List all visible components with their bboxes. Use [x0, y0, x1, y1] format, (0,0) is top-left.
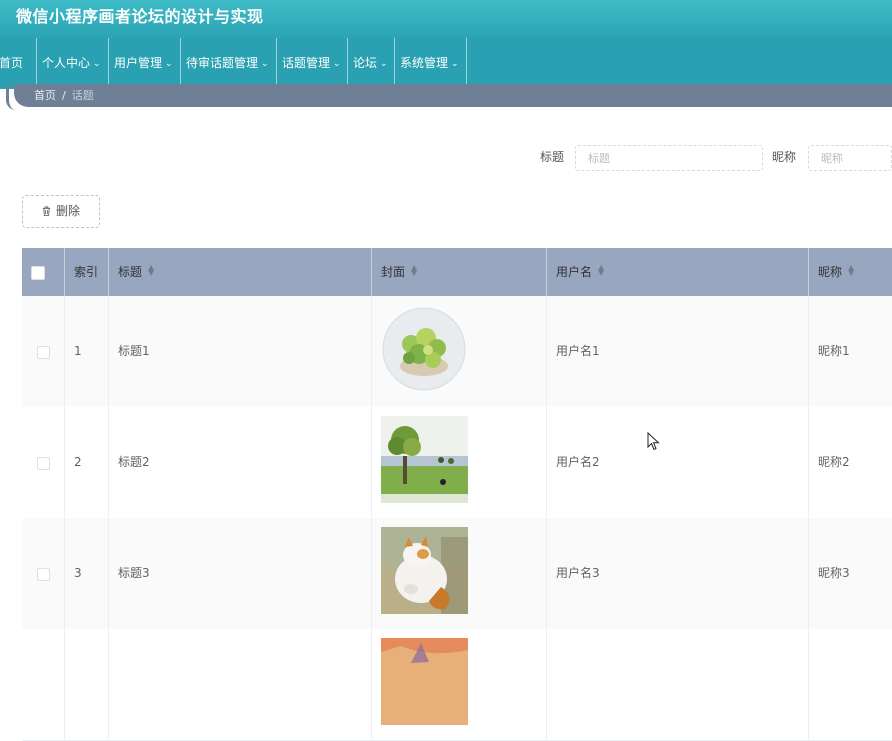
cover-image[interactable]: [381, 416, 468, 503]
chevron-down-icon: ⌄: [333, 59, 341, 69]
chevron-down-icon: ⌄: [261, 59, 269, 69]
row-select-cell: [22, 518, 65, 628]
breadcrumb-bar: [14, 84, 892, 107]
main-nav: 首页 个人中心 ⌄ 用户管理 ⌄ 待审话题管理 ⌄ 话题管理 ⌄ 论坛 ⌄ 系统管理 ⌄: [0, 38, 892, 89]
table-row[interactable]: [22, 629, 892, 741]
delete-button[interactable]: 删除: [22, 195, 100, 228]
username-cell: 用户名2: [547, 407, 809, 517]
row-checkbox[interactable]: [37, 568, 50, 581]
nickname-cell: [809, 629, 892, 739]
title-cell: [109, 629, 372, 739]
cover-image[interactable]: [381, 638, 468, 725]
column-header-index: 索引: [65, 248, 109, 296]
cover-cell: [372, 518, 547, 628]
nav-item-user-management[interactable]: 用户管理 ⌄: [109, 38, 181, 89]
chevron-down-icon: ⌄: [380, 59, 388, 69]
nav-item-home[interactable]: 首页: [0, 38, 37, 89]
nav-item-label: 首页: [0, 56, 24, 70]
column-header-username[interactable]: 用户名 ▲ ▼: [547, 248, 809, 296]
breadcrumb-home[interactable]: 首页: [34, 89, 56, 102]
app-header: 微信小程序画者论坛的设计与实现: [0, 0, 892, 38]
nickname-search-label: 昵称: [772, 150, 797, 164]
table-row[interactable]: 1 标题1 用户名1 昵称1: [22, 296, 892, 408]
row-select-cell: [22, 296, 65, 406]
username-cell: 用户名1: [547, 296, 809, 406]
nav-item-forum[interactable]: 论坛 ⌄: [348, 38, 395, 89]
username-cell: 用户名3: [547, 518, 809, 628]
sort-caret-icon[interactable]: ▲ ▼: [848, 264, 854, 277]
breadcrumb-current: 话题: [71, 89, 94, 102]
row-select-cell: [22, 629, 65, 739]
cover-cell: [372, 629, 547, 739]
column-header-cover[interactable]: 封面 ▲ ▼: [372, 248, 547, 296]
cover-image[interactable]: [381, 527, 468, 614]
delete-button-label: 删除: [55, 204, 80, 218]
breadcrumb-separator: /: [62, 89, 66, 102]
column-header-label: 索引: [74, 265, 99, 279]
title-search-label: 标题: [540, 150, 565, 164]
select-all-checkbox[interactable]: [31, 266, 45, 280]
cover-cell: [372, 296, 547, 406]
column-header-nickname[interactable]: 昵称 ▲ ▼: [809, 248, 892, 296]
nav-item-label: 待审话题管理: [186, 56, 259, 70]
row-select-cell: [22, 407, 65, 517]
sort-caret-icon[interactable]: ▲ ▼: [411, 264, 417, 277]
nav-item-topic-management[interactable]: 话题管理 ⌄: [277, 38, 348, 89]
nav-item-personal-center[interactable]: 个人中心 ⌄: [37, 38, 109, 89]
table-row[interactable]: 2 标题2 用户名2 昵称2: [22, 407, 892, 519]
chevron-down-icon: ⌄: [93, 59, 101, 69]
nav-item-label: 用户管理: [114, 56, 163, 70]
trash-icon: [42, 206, 51, 216]
index-cell: 1: [65, 296, 109, 406]
column-header-label: 标题: [118, 265, 143, 279]
nickname-cell: 昵称2: [818, 455, 850, 469]
title-cell: 标题1: [109, 296, 372, 406]
chevron-down-icon: ⌄: [451, 59, 459, 69]
sort-caret-icon[interactable]: ▲ ▼: [598, 264, 604, 277]
app-title: 微信小程序画者论坛的设计与实现: [16, 7, 264, 26]
column-header-label: 封面: [381, 265, 406, 279]
cover-image[interactable]: [381, 306, 468, 393]
nickname-search-input[interactable]: [808, 145, 892, 171]
sort-caret-icon[interactable]: ▲ ▼: [148, 264, 154, 277]
username-cell: [547, 629, 809, 739]
nav-item-label: 话题管理: [282, 56, 331, 70]
title-cell: 标题3: [109, 518, 372, 628]
nickname-cell: 昵称3: [818, 566, 850, 580]
table-header: 索引 标题 ▲ ▼ 封面 ▲ ▼ 用户名 ▲ ▼ 昵称 ▲ ▼: [22, 248, 892, 296]
row-checkbox[interactable]: [37, 346, 50, 359]
nickname-cell: 昵称1: [818, 344, 850, 358]
table-row[interactable]: 3 标题3 用户名3 昵称3: [22, 518, 892, 630]
index-cell: 3: [65, 518, 109, 628]
column-header-label: 用户名: [556, 265, 593, 279]
title-search-input[interactable]: [575, 145, 763, 171]
breadcrumb: 首页 / 话题: [34, 87, 94, 103]
chevron-down-icon: ⌄: [165, 59, 173, 69]
index-cell: 2: [65, 407, 109, 517]
nav-item-system-management[interactable]: 系统管理 ⌄: [395, 38, 467, 89]
title-cell: 标题2: [109, 407, 372, 517]
column-header-label: 昵称: [818, 265, 843, 279]
nav-item-label: 个人中心: [42, 56, 91, 70]
nav-item-pending-topic-management[interactable]: 待审话题管理 ⌄: [181, 38, 277, 89]
row-checkbox[interactable]: [37, 457, 50, 470]
nav-item-label: 论坛: [353, 56, 378, 70]
select-all-cell: [22, 248, 65, 296]
column-header-title[interactable]: 标题 ▲ ▼: [109, 248, 372, 296]
index-cell: [65, 629, 109, 739]
mouse-cursor-icon: [647, 432, 660, 451]
nav-item-label: 系统管理: [400, 56, 449, 70]
cover-cell: [372, 407, 547, 517]
